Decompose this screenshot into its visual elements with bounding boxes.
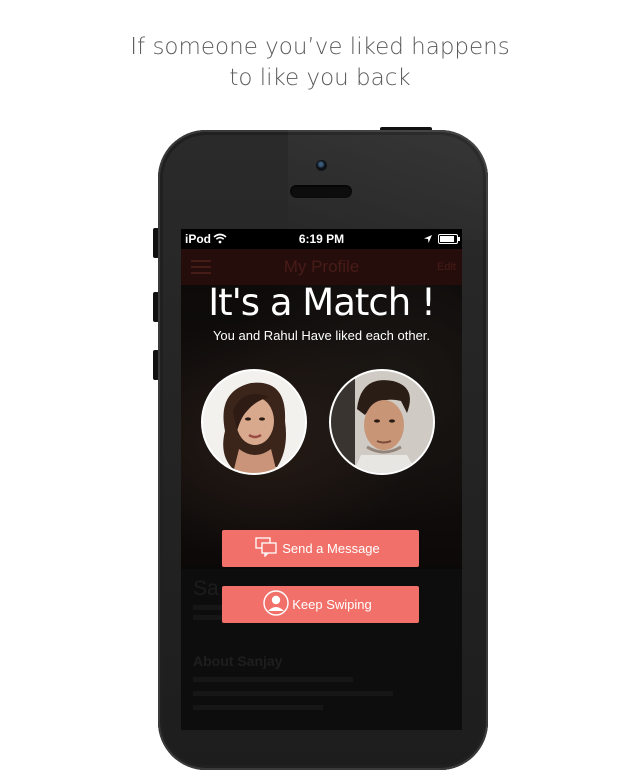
keep-swiping-label: Keep Swiping	[292, 597, 372, 612]
match-avatar	[329, 369, 435, 475]
promo-headline: If someone you’ve liked happens to like …	[0, 32, 640, 94]
front-camera	[316, 160, 327, 171]
send-message-button[interactable]: Send a Message	[222, 530, 419, 567]
keep-swiping-button[interactable]: Keep Swiping	[222, 586, 419, 623]
user-avatar	[201, 369, 307, 475]
earpiece-speaker	[290, 185, 352, 198]
status-bar: iPod 6:19 PM	[181, 229, 462, 249]
status-time: 6:19 PM	[298, 232, 345, 246]
location-arrow-icon	[423, 233, 433, 247]
send-message-label: Send a Message	[282, 541, 380, 556]
chat-bubbles-icon	[255, 537, 279, 560]
match-subtitle: You and Rahul Have liked each other.	[212, 328, 431, 343]
headline-line-1: If someone you’ve liked happens	[130, 34, 510, 60]
match-title: It's a Match !	[208, 281, 436, 324]
headline-line-2: to like you back	[229, 65, 411, 91]
phone-screen: My Profile Edit Sa About Sanjay iPod 6:1…	[181, 229, 462, 730]
battery-icon	[438, 234, 460, 244]
user-circle-icon	[263, 590, 289, 619]
